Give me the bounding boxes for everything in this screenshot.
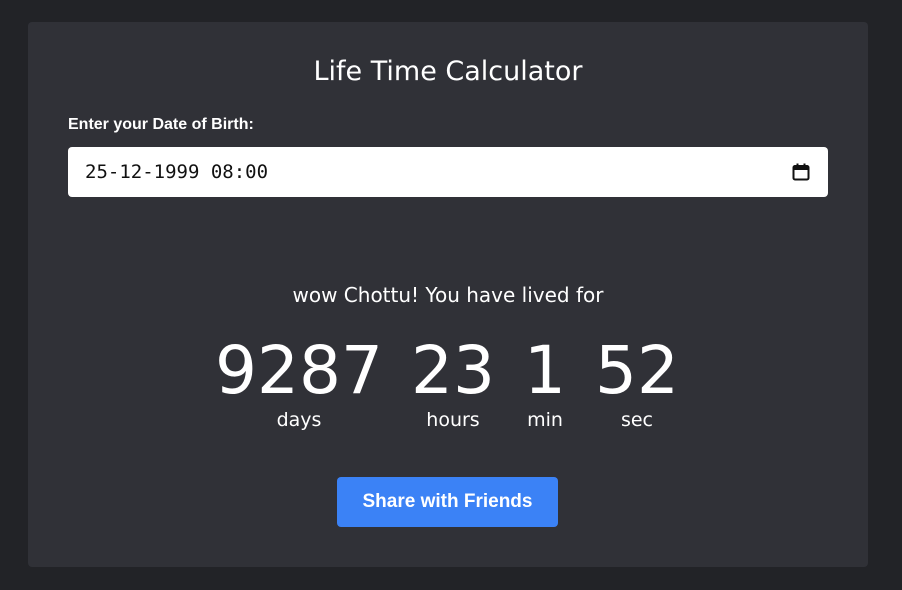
hours-value: 23: [411, 332, 495, 409]
seconds-counter: 52 sec: [594, 332, 680, 432]
days-label: days: [276, 409, 322, 431]
days-counter: 9287 days: [215, 332, 383, 432]
calendar-icon[interactable]: [792, 163, 810, 181]
minutes-value: 1: [524, 332, 566, 409]
lived-message: wow Chottu! You have lived for: [292, 283, 604, 307]
hours-counter: 23 hours: [410, 332, 496, 432]
calculator-card: Life Time Calculator Enter your Date of …: [28, 22, 868, 567]
page-title: Life Time Calculator: [313, 56, 583, 87]
share-with-friends-button[interactable]: Share with Friends: [337, 477, 558, 527]
days-value: 9287: [215, 332, 383, 409]
dob-value[interactable]: 25-12-1999 08:00: [85, 161, 792, 183]
hours-label: hours: [426, 409, 480, 431]
dob-datetime-input[interactable]: 25-12-1999 08:00: [68, 147, 828, 197]
seconds-label: sec: [620, 409, 654, 431]
minutes-counter: 1 min: [520, 332, 570, 432]
minutes-label: min: [527, 409, 563, 431]
dob-label: Enter your Date of Birth:: [68, 116, 254, 133]
seconds-value: 52: [595, 332, 679, 409]
